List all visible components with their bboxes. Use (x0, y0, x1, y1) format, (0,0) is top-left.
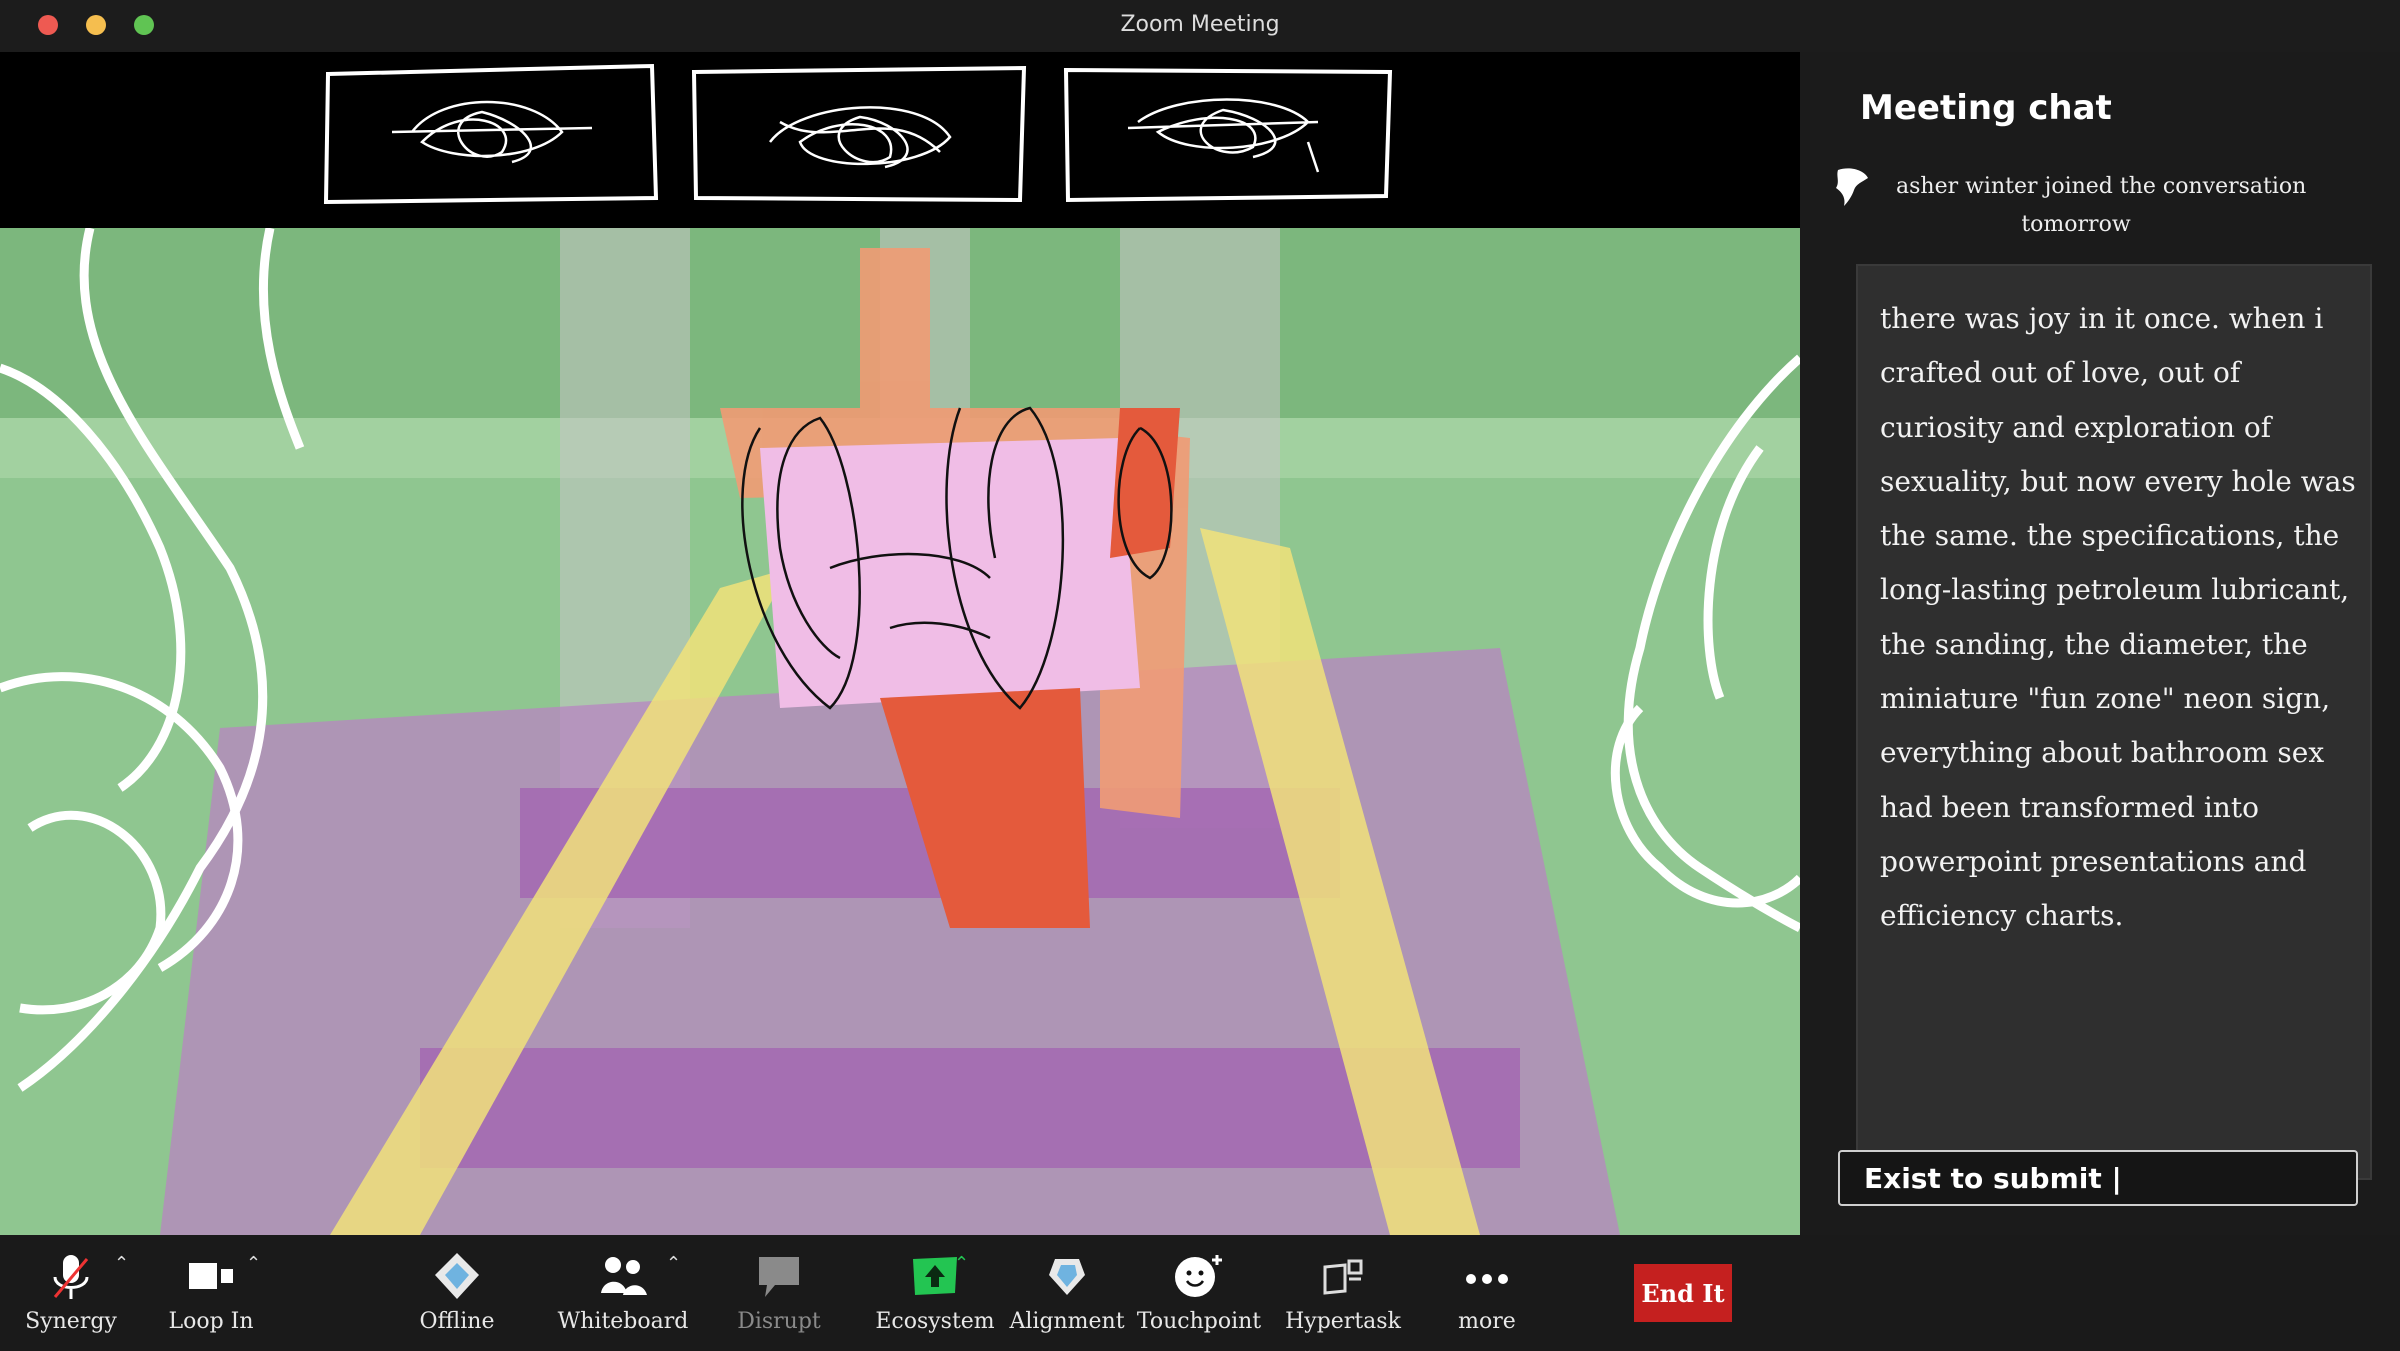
meeting-toolbar: Synergy ⌃ Loop In ⌃ Offline Whiteboard ⌃… (0, 1235, 2400, 1351)
disrupt-button[interactable]: Disrupt (704, 1249, 854, 1343)
user-join-icon (1830, 164, 1874, 208)
alignment-button[interactable]: Alignment (992, 1249, 1142, 1343)
participant-gallery (0, 52, 1800, 228)
shield-diamond-icon (429, 1249, 485, 1305)
synergy-label: Synergy (25, 1309, 117, 1334)
heart-shield-icon (1039, 1249, 1095, 1305)
loop-in-caret-icon[interactable]: ⌃ (246, 1253, 261, 1274)
scribble-drawing-icon (323, 63, 659, 205)
participant-thumbnail[interactable] (322, 62, 662, 205)
whiteboard-label: Whiteboard (557, 1309, 689, 1334)
touchpoint-button[interactable]: Touchpoint (1124, 1249, 1274, 1343)
more-button[interactable]: more (1412, 1249, 1562, 1343)
ecosystem-button[interactable]: Ecosystem (860, 1249, 1010, 1343)
join-notice-line: asher winter joined the conversation (1896, 174, 2307, 199)
hypertask-label: Hypertask (1285, 1309, 1401, 1334)
muted-microphone-icon (43, 1249, 99, 1305)
chat-input-box[interactable] (1838, 1150, 2358, 1206)
more-label: more (1458, 1309, 1516, 1334)
speech-bubble-icon (751, 1249, 807, 1305)
scribble-drawing-icon (691, 65, 1027, 203)
chat-title: Meeting chat (1860, 88, 2112, 128)
whiteboard-caret-icon[interactable]: ⌃ (666, 1253, 681, 1274)
participant-thumbnail[interactable] (1058, 62, 1398, 204)
join-notice-time: tomorrow (2021, 212, 2131, 237)
window-title: Zoom Meeting (1120, 12, 1280, 37)
main-video-feed (0, 228, 1800, 1235)
chat-message-bubble: there was joy in it once. when i crafted… (1856, 264, 2372, 1180)
scribble-drawing-icon (1063, 67, 1393, 203)
video-camera-icon (183, 1249, 239, 1305)
offline-label: Offline (419, 1309, 495, 1334)
more-dots-icon (1459, 1249, 1515, 1305)
chat-input[interactable] (1840, 1152, 2356, 1204)
touchpoint-label: Touchpoint (1136, 1309, 1262, 1334)
participant-thumbnail[interactable] (690, 62, 1030, 204)
end-meeting-button[interactable]: End It (1634, 1264, 1732, 1322)
participants-icon (595, 1249, 651, 1305)
offline-button[interactable]: Offline (382, 1249, 532, 1343)
loop-in-button[interactable]: Loop In (136, 1249, 286, 1343)
chat-panel: Meeting chat asher winter joined the con… (1800, 52, 2400, 1235)
painted-illustration-icon (0, 228, 1800, 1235)
ecosystem-caret-icon[interactable]: ⌃ (954, 1253, 969, 1274)
hypertask-button[interactable]: Hypertask (1268, 1249, 1418, 1343)
alignment-label: Alignment (1009, 1309, 1125, 1334)
disrupt-label: Disrupt (737, 1309, 821, 1334)
smiley-add-icon (1171, 1249, 1227, 1305)
ecosystem-label: Ecosystem (875, 1309, 995, 1334)
loop-in-label: Loop In (168, 1309, 254, 1334)
chat-message-text: there was joy in it once. when i crafted… (1880, 302, 2356, 933)
title-bar: Zoom Meeting (0, 0, 2400, 52)
apps-icon (1315, 1249, 1371, 1305)
synergy-caret-icon[interactable]: ⌃ (114, 1253, 129, 1274)
join-notice: asher winter joined the conversation tom… (1896, 168, 2376, 244)
